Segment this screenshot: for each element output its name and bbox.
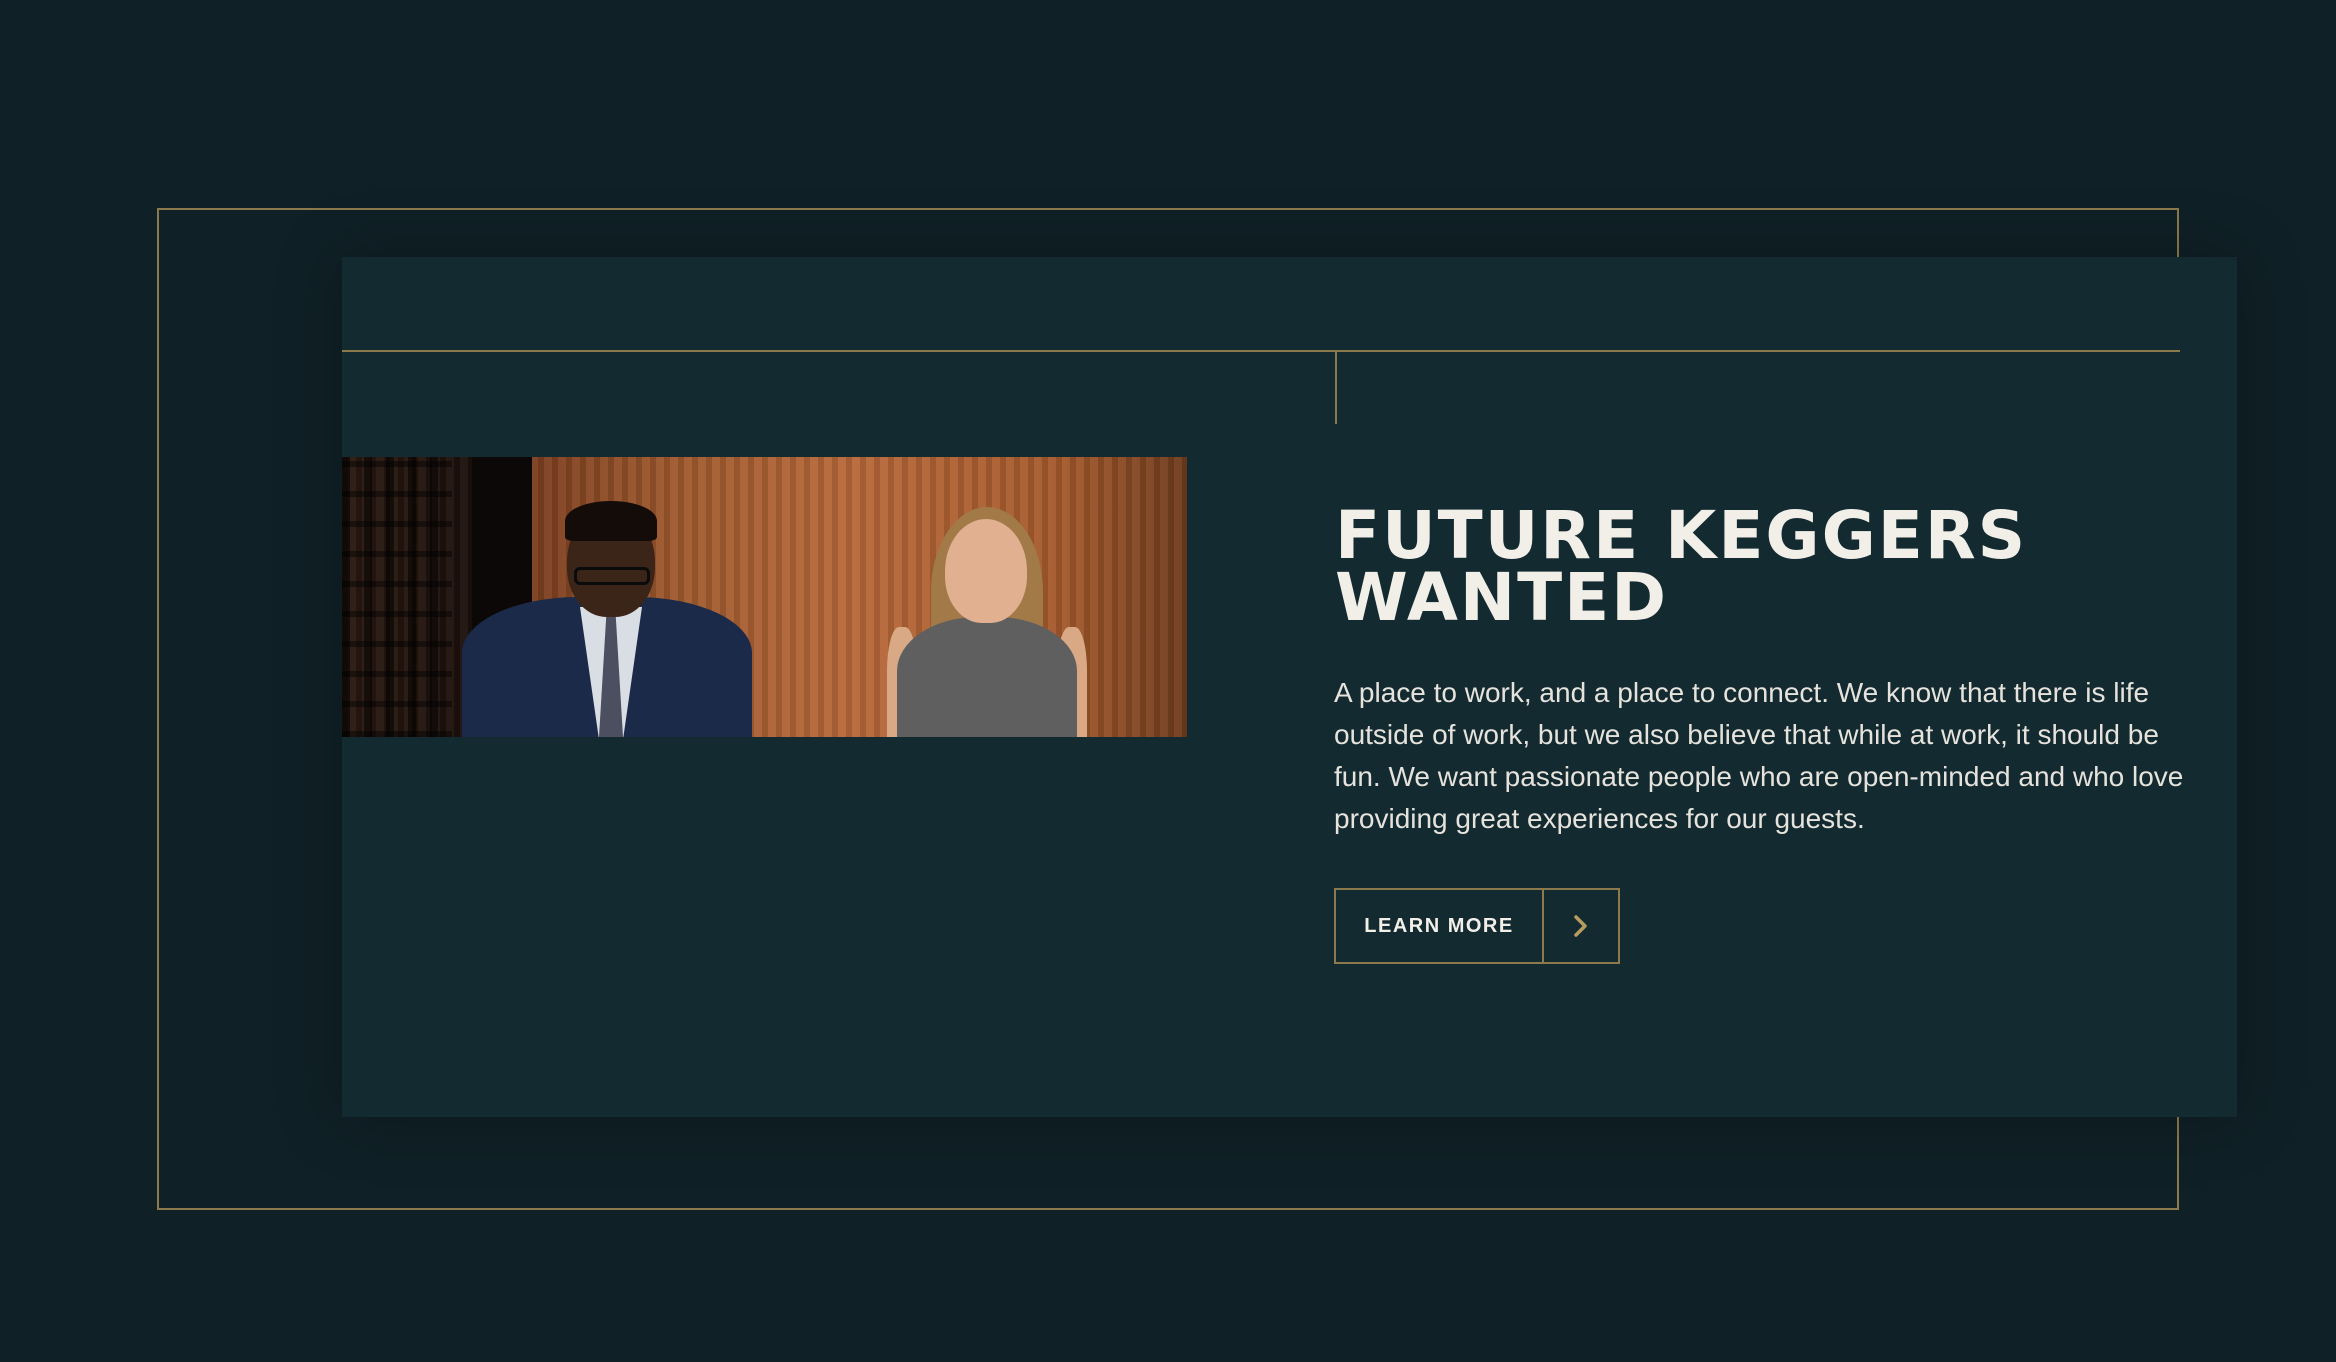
section-title: FUTURE KEGGERS WANTED (1335, 497, 2028, 636)
divider-vertical (1335, 352, 1337, 424)
team-photo (342, 457, 1187, 737)
chevron-right-icon (1544, 890, 1618, 962)
person-man-in-suit (462, 477, 762, 737)
person-woman-in-dress (887, 477, 1087, 737)
decorative-lattice (342, 457, 452, 737)
learn-more-label: LEARN MORE (1336, 890, 1544, 962)
hair (565, 501, 657, 541)
section-description: A place to work, and a place to connect.… (1334, 677, 2184, 834)
glasses (574, 567, 650, 585)
learn-more-button[interactable]: LEARN MORE (1334, 888, 1620, 964)
face (945, 519, 1027, 623)
divider-horizontal (342, 350, 2180, 352)
dress (897, 617, 1077, 737)
